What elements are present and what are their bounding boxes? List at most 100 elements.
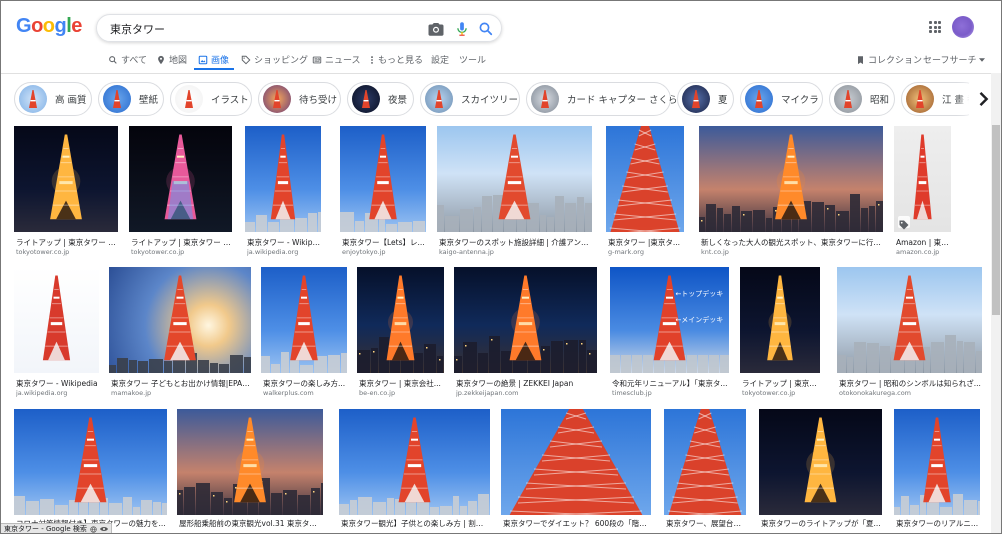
result-title[interactable]: 東京タワー | 東京会社... [359,378,444,389]
result-thumbnail[interactable] [837,267,982,373]
related-search-chip[interactable]: マイクラ [740,82,823,116]
result-title[interactable]: ライトアップ | 東京タワー To... [131,237,232,248]
result-thumbnail[interactable] [501,409,651,515]
result-source[interactable]: ja.wikipedia.org [16,389,99,397]
vertical-scrollbar[interactable] [991,73,1001,533]
result-thumbnail[interactable] [177,409,323,515]
annotation-top-deck: ←トップデッキ [675,290,724,298]
result-source[interactable]: tokyotower.co.jp [742,389,820,397]
result-title[interactable]: ライトアップ | 東京タワー T... [16,237,118,248]
tab-label: 設定 [431,56,450,66]
result-title[interactable]: 東京タワー - Wikipedia [16,378,99,389]
result-source[interactable]: ja.wikipedia.org [247,248,321,256]
chip-thumbnail [352,85,380,113]
result-source[interactable]: mamakoe.jp [111,389,251,397]
search-tabs: すべて 地図 画像 ショッピング ニュース もっと見る 設定 ツール コレクショ… [1,49,1001,71]
result-source[interactable]: jp.zekkeijapan.com [456,389,597,397]
safesearch-dropdown[interactable]: セーフサーチ [923,53,986,66]
result-title[interactable]: 東京タワー観光】子供との楽しみ方 | 割引... [341,518,490,529]
result-title[interactable]: 屋形船乗船前の東京観光vol.31 東京タワー |... [179,518,323,529]
result-title[interactable]: 東京タワーのライトアップが「夏... [761,518,882,529]
related-search-chip[interactable]: 昭和 [829,82,895,116]
result-title[interactable]: Amazon | 東京タワー in... [896,237,951,248]
related-search-chip[interactable]: 壁紙 [98,82,164,116]
tab-maps[interactable]: 地図 [156,53,187,66]
search-icon[interactable] [477,20,495,38]
related-search-chip[interactable]: カード キャプター さくら [526,82,678,116]
tab-shopping[interactable]: ショッピング [241,53,308,66]
result-thumbnail[interactable] [894,409,980,515]
chip-thumbnail [175,85,203,113]
result-thumbnail[interactable] [664,409,746,515]
result-source[interactable]: be-en.co.jp [359,389,444,397]
result-source[interactable]: g-mark.org [608,248,684,256]
result-thumbnail[interactable] [454,267,597,373]
result-source[interactable]: amazon.co.jp [896,248,951,256]
result-source[interactable]: walkerplus.com [263,389,347,397]
tab-more[interactable]: もっと見る [369,53,423,66]
result-thumbnail[interactable] [340,126,426,232]
result-thumbnail[interactable] [699,126,883,232]
search-input[interactable]: 東京タワー [110,21,165,37]
related-search-chip[interactable]: 高 画質 [14,82,92,116]
result-thumbnail[interactable] [894,126,951,232]
result-title[interactable]: 東京タワー - Wikipedia [247,237,321,248]
result-title[interactable]: 東京タワー 子どもとお出かけ情報|EPAR... [111,378,251,389]
result-title[interactable]: 東京タワーでダイエット？ 600段の「階段... [503,518,651,529]
result-thumbnail[interactable] [339,409,490,515]
result-thumbnail[interactable] [14,126,118,232]
related-search-chip[interactable]: 夏 [677,82,734,116]
related-search-chip[interactable]: 夜景 [347,82,414,116]
tab-tools[interactable]: ツール [459,53,486,66]
related-search-chip[interactable]: イラスト [170,82,252,116]
result-thumbnail[interactable] [245,126,321,232]
search-box[interactable]: 東京タワー [96,14,502,42]
related-search-chip[interactable]: 待ち受け [258,82,341,116]
microphone-icon[interactable] [453,20,471,38]
related-search-chip[interactable]: スカイツリー [420,82,520,116]
result-title[interactable]: 東京タワー | 昭和のシンボルは知られざ... [839,378,982,389]
result-thumbnail[interactable] [261,267,347,373]
result-source[interactable]: knt.co.jp [701,248,883,256]
result-source[interactable]: kaigo-antenna.jp [439,248,592,256]
account-avatar[interactable] [952,16,974,38]
result-thumbnail[interactable] [740,267,820,373]
result-title[interactable]: 東京タワーのスポット施設詳細 | 介護アンテナ [439,237,592,248]
result-source[interactable]: otokonokakurega.com [839,389,982,397]
result-thumbnail[interactable] [109,267,251,373]
result-source[interactable]: enjoytokyo.jp [342,248,426,256]
result-thumbnail[interactable] [606,126,684,232]
result-title[interactable]: 東京タワーのリアルニ... [896,518,980,529]
result-source[interactable]: tokyotower.co.jp [16,248,118,256]
result-title[interactable]: ライトアップ | 東京タ... [742,378,820,389]
result-title[interactable]: 東京タワー、展望台の... [666,518,746,529]
result-thumbnail[interactable] [129,126,232,232]
result-title[interactable]: 東京タワーの絶景 | ZEKKEI Japan [456,378,597,389]
tab-label: ニュース [325,56,361,66]
result-title[interactable]: 新しくなった大人の観光スポット、東京タワーに行こ... [701,237,883,248]
tab-news[interactable]: ニュース [312,53,361,66]
result-thumbnail[interactable] [759,409,882,515]
tab-settings[interactable]: 設定 [431,53,449,66]
result-thumbnail[interactable] [357,267,444,373]
chevron-right-icon [979,92,989,106]
tab-all[interactable]: すべて [108,53,147,66]
tab-label: すべて [121,56,148,66]
result-source[interactable]: timesclub.jp [612,389,729,397]
google-logo[interactable]: Google [16,15,82,38]
camera-icon[interactable] [427,20,445,38]
scrollbar-thumb[interactable] [992,125,1000,315]
result-title[interactable]: 東京タワー【Lets】レ... [342,237,426,248]
result-thumbnail[interactable] [14,267,99,373]
result-title[interactable]: 東京タワー |東京タ... [608,237,684,248]
tab-images[interactable]: 画像 [198,53,229,66]
tab-label: ショッピング [254,56,309,66]
result-thumbnail[interactable] [437,126,592,232]
result-thumbnail[interactable] [14,409,167,515]
apps-grid-icon[interactable] [929,21,941,33]
result-title[interactable]: 令和元年リニューアル】「東京タ... [612,378,729,389]
result-thumbnail[interactable]: ←トップデッキ ←メインデッキ [610,267,729,373]
result-source[interactable]: tokyotower.co.jp [131,248,232,256]
result-title[interactable]: 東京タワーの楽しみ方... [263,378,347,389]
collections-link[interactable]: コレクション [856,53,922,66]
